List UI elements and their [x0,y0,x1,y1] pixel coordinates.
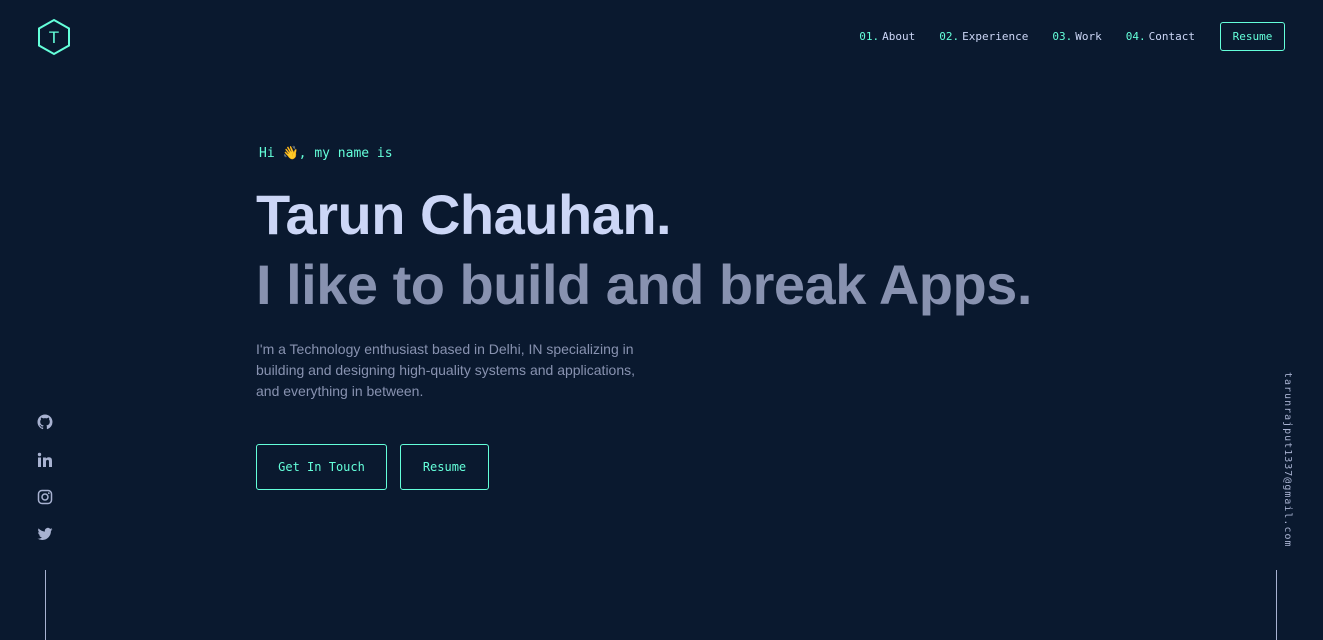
hero-bio: I'm a Technology enthusiast based in Del… [256,341,636,399]
get-in-touch-button[interactable]: Get In Touch [256,444,387,490]
logo[interactable]: T [37,18,71,56]
hero-tagline: I like to build and break Apps. [256,253,1032,316]
nav-resume-button[interactable]: Resume [1220,21,1285,51]
hero-name: Tarun Chauhan. [256,183,672,246]
nav-item-number: 04. [1125,29,1146,43]
nav-item-label: Work [1075,29,1102,43]
nav-item-contact[interactable]: 04. Contact [1126,30,1195,43]
nav-item-number: 02. [939,29,960,43]
right-divider-line [1276,570,1277,640]
logo-letter: T [49,28,59,47]
top-nav: 01. About 02. Experience 03. Work 04. Contac… [835,0,1285,72]
twitter-link[interactable] [36,525,54,543]
nav-item-label: Experience [962,29,1029,43]
nav-item-work[interactable]: 03. Work [1052,30,1101,43]
nav-item-number: 03. [1052,29,1073,43]
github-link[interactable] [36,413,54,431]
hero-resume-button[interactable]: Resume [400,444,489,490]
linkedin-link[interactable] [36,451,54,469]
greeting: Hi 👋, my name is [259,146,393,161]
nav-item-label: About [882,29,916,43]
twitter-icon [37,527,53,541]
left-divider-line [45,570,46,640]
nav-item-number: 01. [859,29,880,43]
nav-item-about[interactable]: 01. About [859,30,915,43]
nav-item-label: Contact [1148,29,1195,43]
linkedin-icon [37,452,52,467]
nav-item-experience[interactable]: 02. Experience [939,30,1028,43]
github-icon [37,414,53,430]
email-link[interactable]: tarunrajput1337@gmail.com [1282,372,1293,548]
instagram-link[interactable] [36,488,54,506]
instagram-icon [37,489,53,505]
hexagon-logo-icon: T [38,18,70,56]
